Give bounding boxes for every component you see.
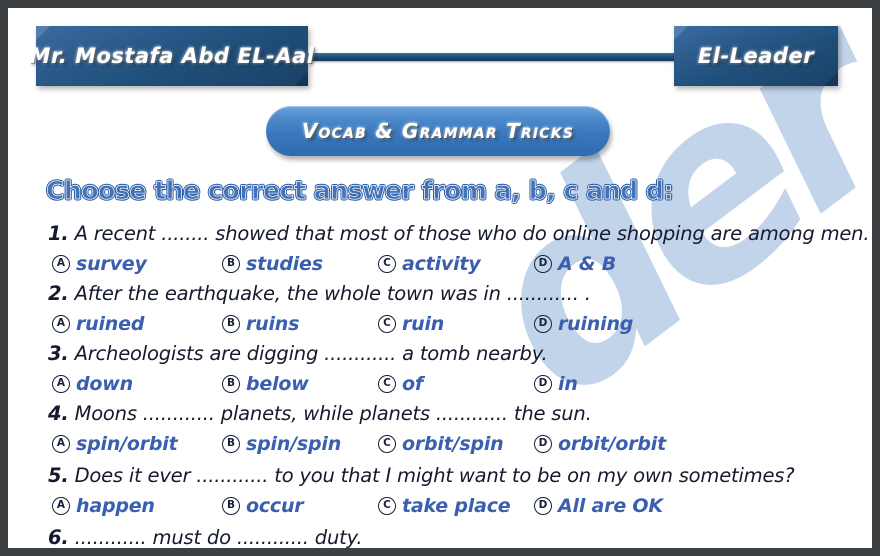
question-number: 3. <box>48 342 69 365</box>
question-text: Archeologists are digging ............ a… <box>74 342 548 365</box>
option-d[interactable]: D All are OK <box>534 495 663 517</box>
option-c[interactable]: C take place <box>378 495 511 517</box>
question-text: Moons ............ planets, while planet… <box>74 402 592 425</box>
question-stem: 4. Moons ............ planets, while pla… <box>48 402 592 425</box>
question-stem: 6. ............ must do ............ dut… <box>48 526 363 548</box>
option-marker-b: B <box>222 315 240 333</box>
bevel-top-left <box>36 26 50 40</box>
option-row: A ruined B ruins C ruin D ruining <box>8 313 872 339</box>
bevel-top-left <box>674 26 688 40</box>
option-marker-b: B <box>222 375 240 393</box>
option-marker-b: B <box>222 497 240 515</box>
option-label-a: ruined <box>76 313 145 335</box>
option-label-c: activity <box>402 253 481 275</box>
option-label-b: studies <box>246 253 323 275</box>
instruction-heading: Choose the correct answer from a, b, c a… <box>46 176 674 206</box>
option-c[interactable]: C orbit/spin <box>378 433 504 455</box>
slide-frame: der Mr. Mostafa Abd EL-Aal El-Leader Voc… <box>0 0 880 556</box>
option-a[interactable]: A ruined <box>52 313 144 335</box>
question-text: After the earthquake, the whole town was… <box>74 282 591 305</box>
option-marker-c: C <box>378 497 396 515</box>
option-b[interactable]: B below <box>222 373 309 395</box>
option-a[interactable]: A spin/orbit <box>52 433 178 455</box>
question-stem: 1. A recent ........ showed that most of… <box>48 222 870 245</box>
option-label-b: ruins <box>246 313 300 335</box>
option-marker-d: D <box>534 435 552 453</box>
option-marker-a: A <box>52 435 70 453</box>
option-label-c: orbit/spin <box>402 433 504 455</box>
option-marker-c: C <box>378 435 396 453</box>
option-d[interactable]: D in <box>534 373 578 395</box>
option-marker-c: C <box>378 375 396 393</box>
option-marker-c: C <box>378 315 396 333</box>
option-b[interactable]: B occur <box>222 495 304 517</box>
option-label-c: of <box>402 373 423 395</box>
question-number: 2. <box>48 282 69 305</box>
option-marker-a: A <box>52 255 70 273</box>
option-label-c: take place <box>402 495 511 517</box>
option-marker-c: C <box>378 255 396 273</box>
option-label-a: down <box>76 373 133 395</box>
option-label-d: orbit/orbit <box>558 433 666 455</box>
teacher-name-plaque[interactable]: Mr. Mostafa Abd EL-Aal <box>30 26 314 86</box>
option-a[interactable]: A down <box>52 373 133 395</box>
option-d[interactable]: D A & B <box>534 253 616 275</box>
option-b[interactable]: B spin/spin <box>222 433 341 455</box>
brand-name-label: El-Leader <box>697 44 815 68</box>
option-c[interactable]: C activity <box>378 253 481 275</box>
option-label-c: ruin <box>402 313 445 335</box>
option-label-d: ruining <box>558 313 634 335</box>
option-d[interactable]: D orbit/orbit <box>534 433 666 455</box>
subject-title-label: Vocab & Grammar Tricks <box>301 119 575 143</box>
question-stem: 3. Archeologists are digging ...........… <box>48 342 548 365</box>
question-stem: 2. After the earthquake, the whole town … <box>48 282 591 305</box>
option-marker-d: D <box>534 375 552 393</box>
teacher-name-label: Mr. Mostafa Abd EL-Aal <box>29 44 315 68</box>
question-text: ............ must do ............ duty. <box>74 526 363 548</box>
brand-name-plaque[interactable]: El-Leader <box>674 26 838 86</box>
option-d[interactable]: D ruining <box>534 313 633 335</box>
option-label-b: below <box>246 373 309 395</box>
option-label-d: A & B <box>558 253 616 275</box>
bevel-bottom-right <box>294 72 308 86</box>
option-marker-a: A <box>52 315 70 333</box>
question-number: 6. <box>48 526 69 548</box>
question-text: Does it ever ............ to you that I … <box>74 464 795 487</box>
option-b[interactable]: B ruins <box>222 313 299 335</box>
option-label-b: spin/spin <box>246 433 342 455</box>
question-stem: 5. Does it ever ............ to you that… <box>48 464 795 487</box>
option-row: A down B below C of D in <box>8 373 872 399</box>
option-label-a: spin/orbit <box>76 433 178 455</box>
option-a[interactable]: A happen <box>52 495 155 517</box>
header-banner: Mr. Mostafa Abd EL-Aal El-Leader <box>8 8 872 108</box>
option-label-b: occur <box>246 495 304 517</box>
option-marker-d: D <box>534 315 552 333</box>
option-marker-a: A <box>52 375 70 393</box>
question-number: 5. <box>48 464 69 487</box>
option-marker-b: B <box>222 255 240 273</box>
option-label-d: All are OK <box>558 495 663 517</box>
slide-canvas: der Mr. Mostafa Abd EL-Aal El-Leader Voc… <box>8 8 872 548</box>
question-number: 1. <box>48 222 69 245</box>
option-label-a: happen <box>76 495 155 517</box>
option-marker-b: B <box>222 435 240 453</box>
option-c[interactable]: C ruin <box>378 313 444 335</box>
connector-line <box>293 47 735 67</box>
option-c[interactable]: C of <box>378 373 423 395</box>
option-row: A spin/orbit B spin/spin C orbit/spin D … <box>8 433 872 459</box>
option-label-a: survey <box>76 253 147 275</box>
option-row: A survey B studies C activity D A & B <box>8 253 872 279</box>
option-label-d: in <box>558 373 578 395</box>
option-a[interactable]: A survey <box>52 253 147 275</box>
question-number: 4. <box>48 402 69 425</box>
option-row: A happen B occur C take place D All are … <box>8 495 872 521</box>
option-marker-d: D <box>534 255 552 273</box>
option-b[interactable]: B studies <box>222 253 323 275</box>
option-marker-d: D <box>534 497 552 515</box>
bevel-bottom-right <box>824 72 838 86</box>
subject-title-pill[interactable]: Vocab & Grammar Tricks <box>266 106 610 156</box>
option-marker-a: A <box>52 497 70 515</box>
question-text: A recent ........ showed that most of th… <box>74 222 870 245</box>
